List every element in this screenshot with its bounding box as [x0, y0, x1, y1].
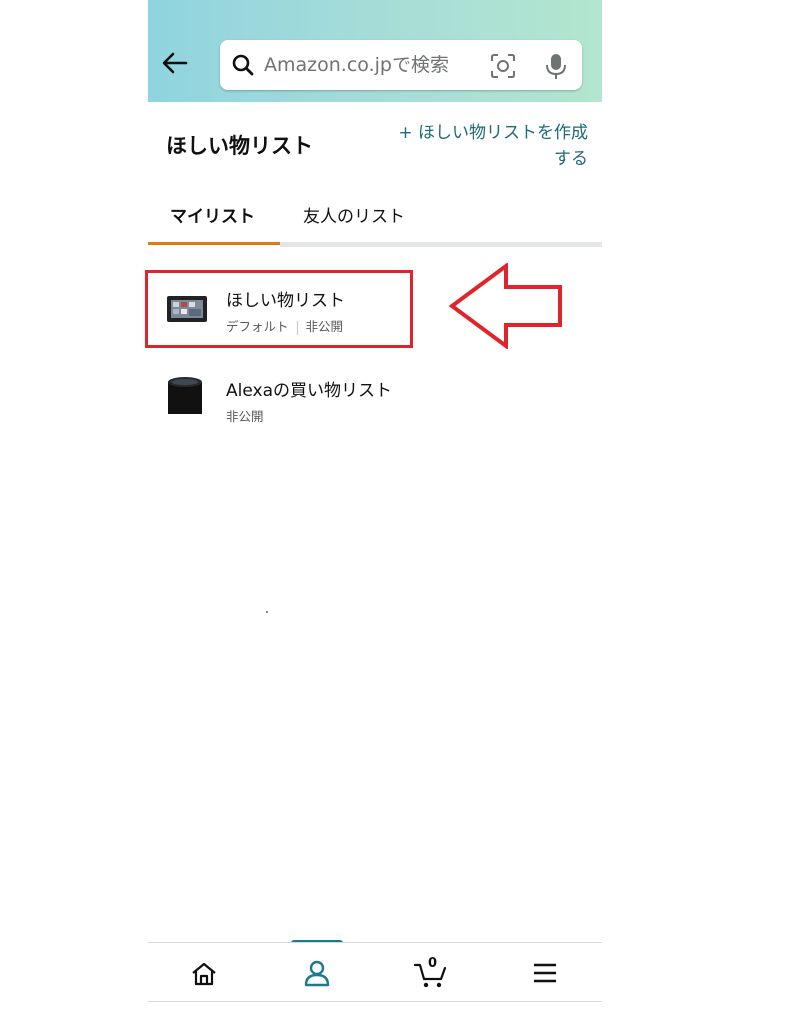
- list-item-alexa-shopping[interactable]: Alexaの買い物リスト 非公開: [148, 362, 602, 442]
- nav-account[interactable]: [261, 943, 374, 1001]
- search-icon: [232, 54, 254, 76]
- cart-count: 0: [428, 956, 438, 971]
- nav-cart[interactable]: 0: [375, 943, 488, 1001]
- left-arrow-icon: [448, 263, 562, 349]
- list-meta: 非公開: [226, 406, 264, 425]
- search-bar[interactable]: [220, 40, 582, 90]
- hamburger-menu-icon: [534, 963, 556, 983]
- page-title: ほしい物リスト: [166, 134, 313, 158]
- stray-pixel: [266, 611, 268, 613]
- list-tabs: マイリスト 友人のリスト: [148, 190, 602, 248]
- tab-my-lists[interactable]: マイリスト: [170, 202, 255, 227]
- list-name: Alexaの買い物リスト: [226, 381, 392, 401]
- back-arrow-icon[interactable]: [160, 48, 190, 78]
- create-list-link[interactable]: + ほしい物リストを作成する: [398, 120, 588, 172]
- active-tab-indicator: [148, 242, 280, 245]
- highlight-box: [145, 270, 413, 348]
- nav-menu[interactable]: [488, 943, 601, 1001]
- microphone-icon[interactable]: [544, 52, 568, 80]
- echo-speaker-thumbnail: [166, 376, 204, 418]
- nav-home[interactable]: [148, 943, 261, 1001]
- tab-divider: [280, 242, 602, 247]
- privacy-label: 非公開: [226, 409, 264, 424]
- header-bar: [148, 0, 602, 102]
- account-icon: [304, 960, 330, 987]
- bottom-nav: 0: [148, 942, 602, 1002]
- app-screen: ほしい物リスト + ほしい物リストを作成する マイリスト 友人のリスト ほしい物…: [148, 0, 602, 1035]
- camera-scan-icon[interactable]: [490, 53, 516, 79]
- home-icon: [192, 962, 216, 986]
- tab-friends-lists[interactable]: 友人のリスト: [303, 202, 405, 227]
- search-input[interactable]: [264, 50, 474, 80]
